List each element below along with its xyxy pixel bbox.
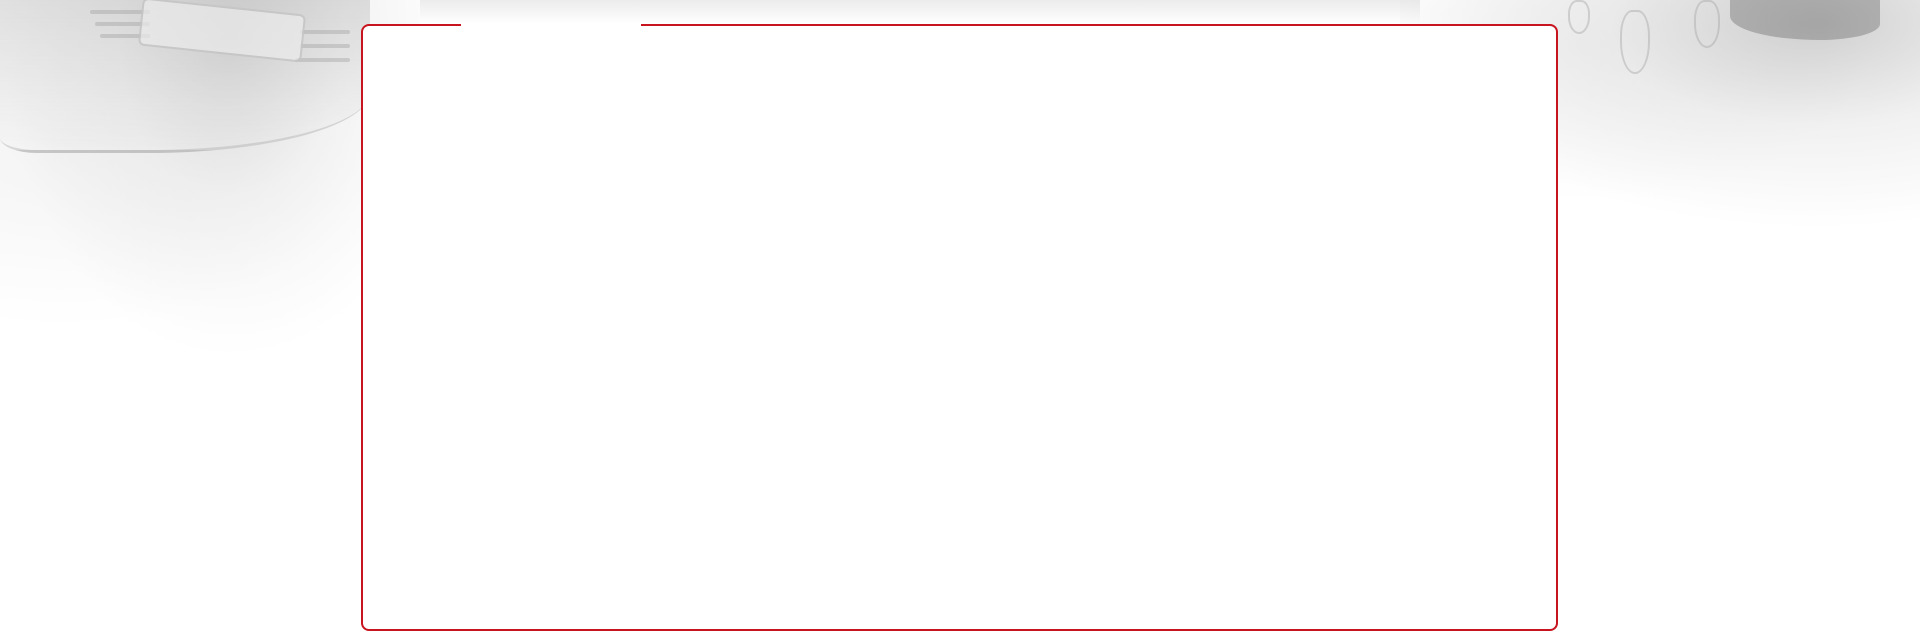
car-grille-line	[300, 30, 350, 34]
wine-glass-graphic	[1620, 10, 1650, 74]
car-grille-line	[295, 58, 350, 62]
background-top-haze	[420, 0, 1420, 24]
wine-glass-graphic	[1568, 0, 1590, 34]
background-photo-left	[0, 0, 420, 360]
person-graphic	[1730, 0, 1880, 40]
panel-title-slot	[461, 22, 641, 28]
car-grille-line	[300, 44, 350, 48]
content-panel	[361, 22, 1558, 631]
page	[0, 0, 1920, 632]
wine-glass-graphic	[1694, 0, 1720, 48]
